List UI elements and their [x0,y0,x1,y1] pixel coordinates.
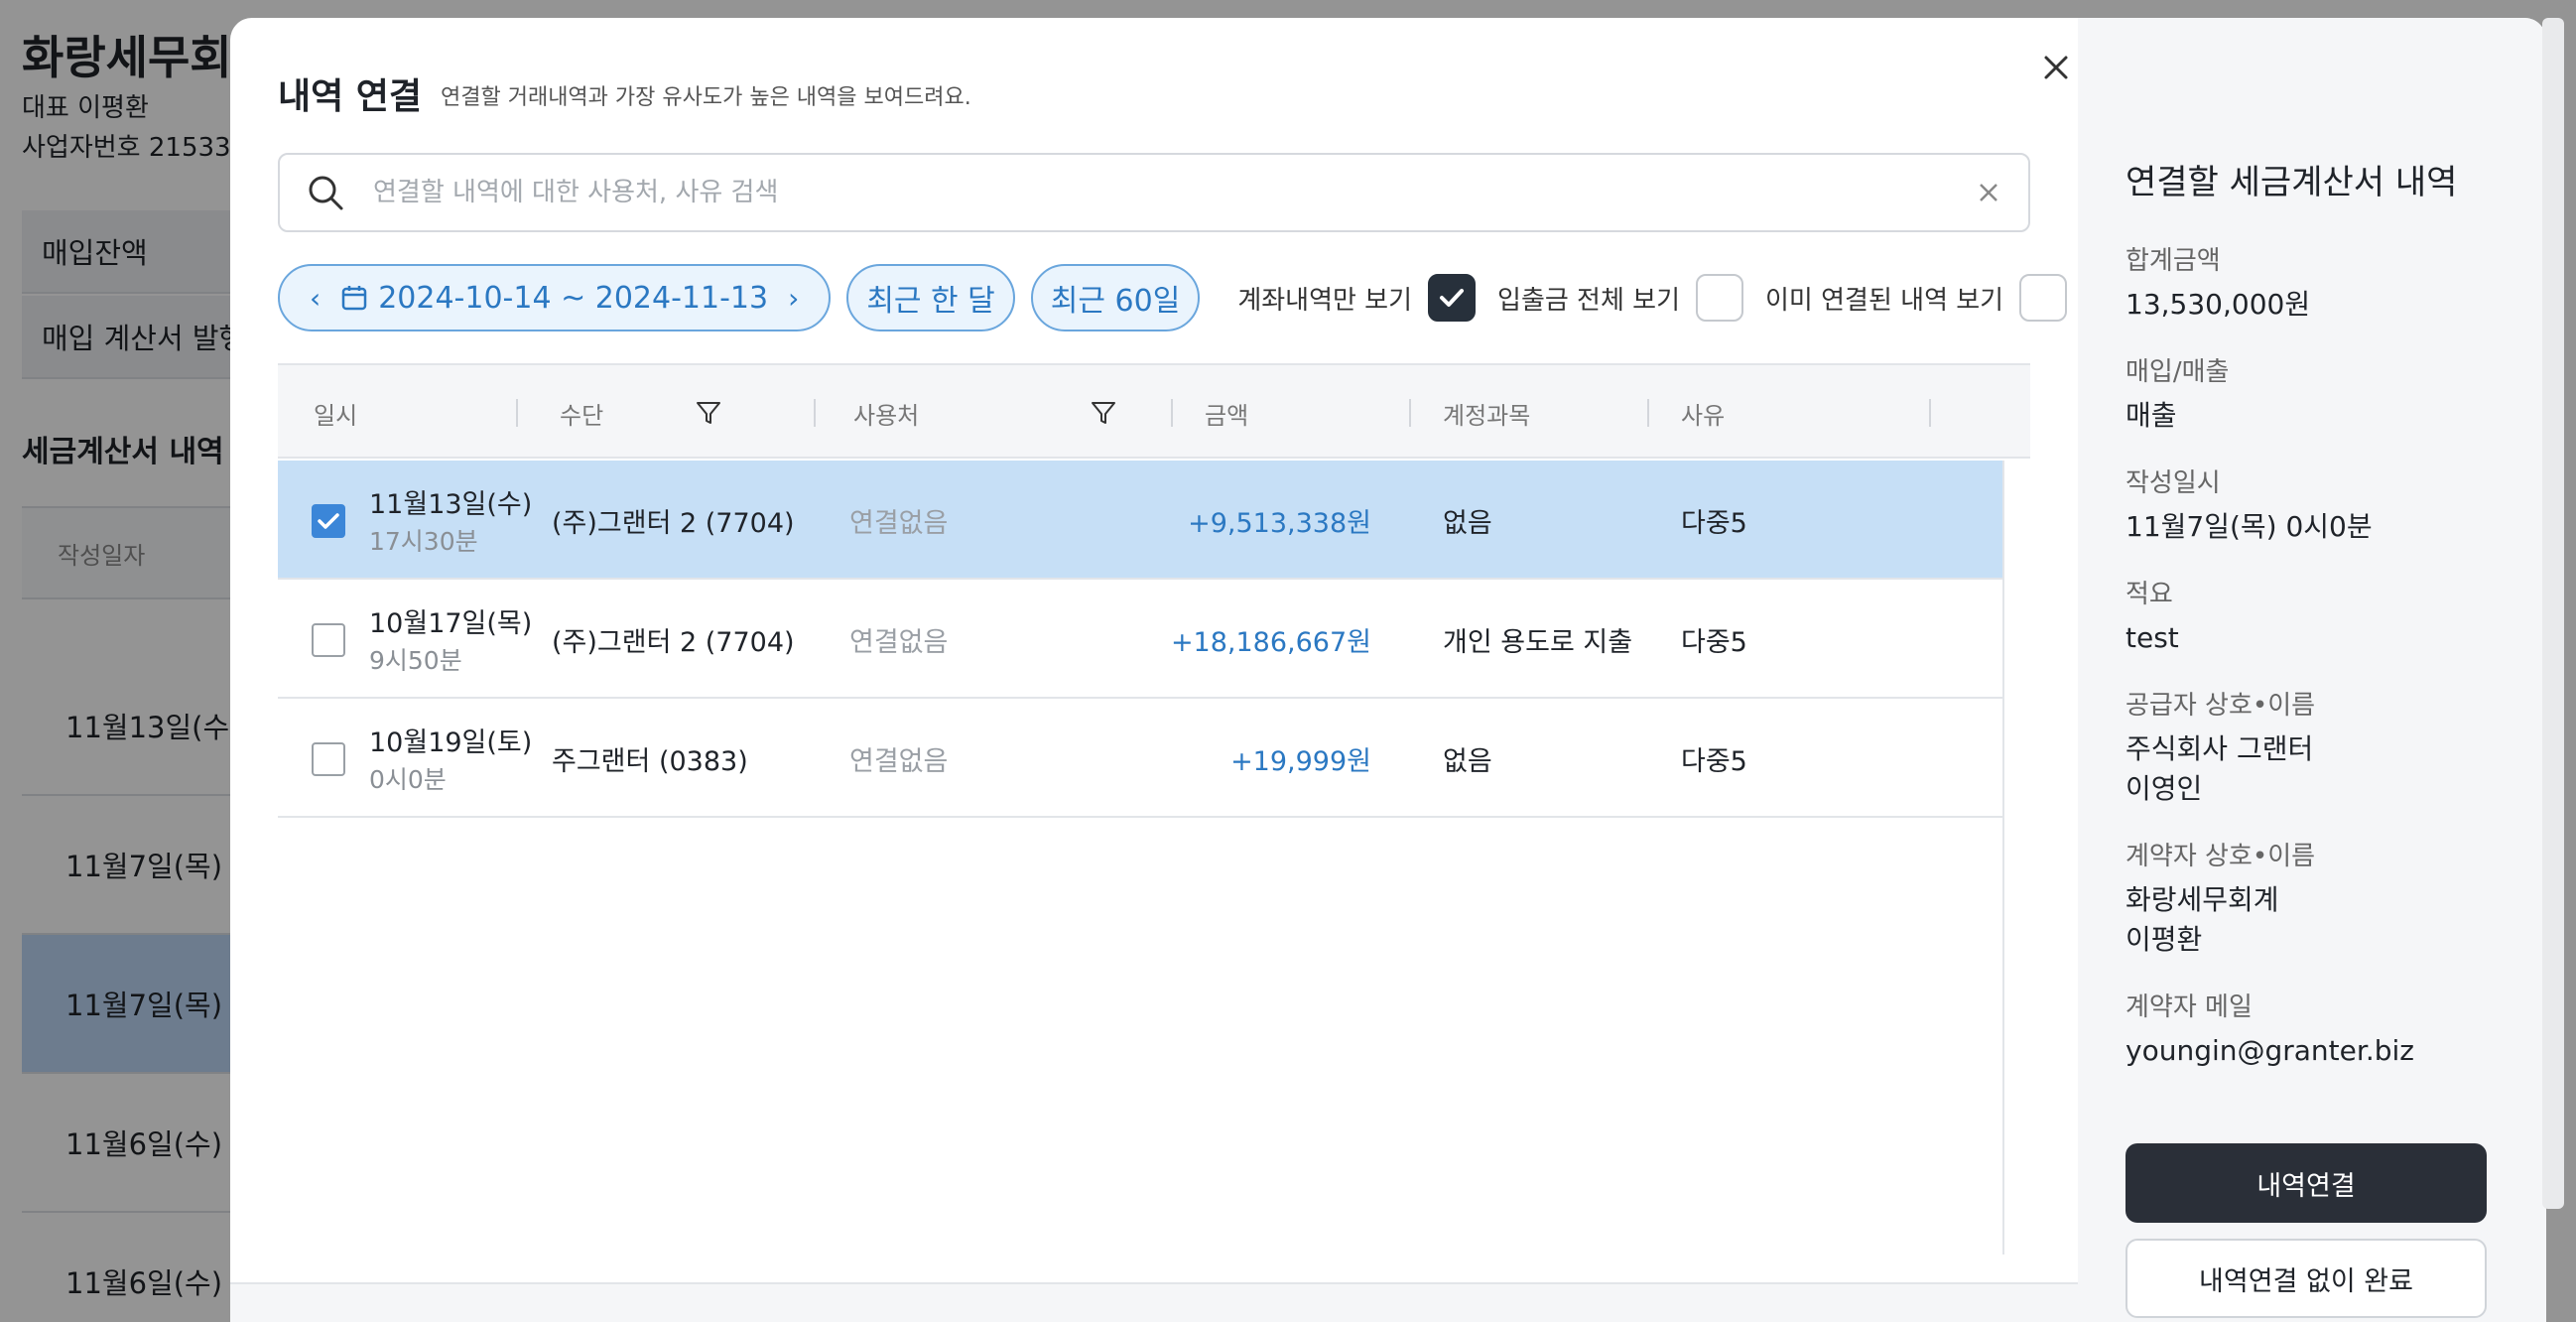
row-date: 10월17일(목) [369,608,533,639]
field-label: 계약자 상호•이름 [2125,842,2316,871]
field-value: test [2125,621,2179,654]
recent-60-days-button[interactable]: 최근 60일 [1030,264,1201,331]
field-value: youngin@granter.biz [2125,1034,2414,1067]
detail-field-written-at: 작성일시 11월7일(목) 0시0분 [2125,463,2373,547]
account-only-label: 계좌내역만 보기 [1237,285,1413,316]
field-value-name: 이영인 [2125,772,2203,805]
field-value-name: 이평환 [2125,923,2203,956]
row-time: 17시30분 [369,527,478,556]
column-divider[interactable] [1409,399,1411,427]
row-reason: 다중5 [1681,626,1747,658]
detail-field-type: 매입/매출 매출 [2125,351,2229,436]
all-inout-label: 입출금 전체 보기 [1497,285,1681,316]
search-box [278,153,2030,232]
row-method: (주)그랜터 2 (7704) [552,626,795,658]
modal-main-panel: 내역 연결 연결할 거래내역과 가장 유사도가 높은 내역을 보여드려요. ‹ … [230,18,2078,1322]
row-date: 11월13일(수) [369,489,533,520]
field-label: 매입/매출 [2125,357,2230,387]
close-icon[interactable] [2036,48,2076,87]
field-label: 작성일시 [2125,468,2221,498]
row-reason: 다중5 [1681,507,1747,539]
already-linked-checkbox[interactable] [2019,274,2068,322]
table-row[interactable]: 11월13일(수) 17시30분 (주)그랜터 2 (7704) 연결없음 +9… [278,461,2002,580]
table-header: 일시 수단 사용처 금액 계정과목 사유 [278,363,2030,459]
row-place: 연결없음 [849,507,949,539]
search-input[interactable] [373,178,1955,207]
filter-bar: ‹ 2024-10-14 ~ 2024-11-13 › 최근 한 달 최근 60… [278,264,2068,331]
account-only-checkbox[interactable] [1428,274,1477,322]
search-icon [309,176,343,210]
row-date: 10월19일(토) [369,727,533,758]
column-header-datetime[interactable]: 일시 [314,365,357,461]
field-value: 화랑세무회계 [2125,883,2279,916]
row-reason: 다중5 [1681,745,1747,777]
row-time: 9시50분 [369,646,462,675]
already-linked-label: 이미 연결된 내역 보기 [1765,285,2004,316]
detail-field-memo: 적요 test [2125,574,2179,658]
row-time: 0시0분 [369,765,447,794]
row-place: 연결없음 [849,626,949,658]
detail-field-supplier: 공급자 상호•이름 주식회사 그랜터 이영인 [2125,685,2315,809]
modal-subtitle: 연결할 거래내역과 가장 유사도가 높은 내역을 보여드려요. [441,85,971,110]
clear-icon[interactable] [1975,179,2002,206]
column-header-place[interactable]: 사용처 [853,365,919,461]
row-checkbox[interactable] [312,504,345,538]
table-row[interactable]: 10월19일(토) 0시0분 주그랜터 (0383) 연결없음 +19,999원… [278,699,2002,818]
row-checkbox[interactable] [312,623,345,657]
column-divider[interactable] [516,399,518,427]
check-icon [1440,289,1465,307]
column-divider[interactable] [1171,399,1173,427]
link-transaction-modal: 내역 연결 연결할 거래내역과 가장 유사도가 높은 내역을 보여드려요. ‹ … [230,18,2546,1322]
column-divider[interactable] [1647,399,1649,427]
row-place: 연결없음 [849,745,949,777]
field-value: 주식회사 그랜터 [2125,732,2314,765]
column-header-amount[interactable]: 금액 [1205,365,1248,461]
date-range-picker[interactable]: ‹ 2024-10-14 ~ 2024-11-13 › [278,264,832,331]
field-value: 13,530,000원 [2125,288,2311,321]
recent-month-button[interactable]: 최근 한 달 [846,264,1015,331]
detail-field-email: 계약자 메일 youngin@granter.biz [2125,987,2414,1071]
table-vertical-scrollbar[interactable] [2002,461,2030,1255]
modal-title: 내역 연결 [278,76,423,117]
row-method: 주그랜터 (0383) [552,745,748,777]
detail-title: 연결할 세금계산서 내역 [2125,163,2458,202]
row-account[interactable]: 없음 [1443,461,1492,580]
check-icon [318,513,339,529]
date-range-label: 2024-10-14 ~ 2024-11-13 [378,280,769,316]
row-amount: +9,513,338원 [1188,507,1371,539]
table-horizontal-scrollbar[interactable] [230,1282,2078,1322]
row-account[interactable]: 개인 용도로 지출 [1443,580,1632,699]
column-divider[interactable] [814,399,816,427]
row-account[interactable]: 없음 [1443,699,1492,818]
column-divider[interactable] [1929,399,1931,427]
column-header-method[interactable]: 수단 [560,365,603,461]
column-header-account[interactable]: 계정과목 [1443,365,1530,461]
filter-icon[interactable] [695,399,722,427]
row-amount: +18,186,667원 [1170,626,1371,658]
field-label: 공급자 상호•이름 [2125,691,2316,721]
all-inout-checkbox[interactable] [1696,274,1744,322]
field-label: 적요 [2125,580,2173,609]
table-row[interactable]: 10월17일(목) 9시50분 (주)그랜터 2 (7704) 연결없음 +18… [278,580,2002,699]
field-value: 매출 [2125,399,2177,432]
complete-without-link-button[interactable]: 내역연결 없이 완료 [2125,1239,2487,1318]
field-label: 합계금액 [2125,246,2221,276]
link-transaction-button[interactable]: 내역연결 [2125,1143,2487,1223]
column-header-reason[interactable]: 사유 [1681,365,1725,461]
invoice-detail-panel [2078,18,2546,1322]
row-amount: +19,999원 [1230,745,1371,777]
detail-field-total: 합계금액 13,530,000원 [2125,240,2310,325]
filter-icon[interactable] [1090,399,1117,427]
calendar-icon [341,286,367,311]
row-checkbox[interactable] [312,742,345,776]
chevron-right-icon[interactable]: › [788,282,799,315]
field-label: 계약자 메일 [2125,992,2253,1022]
page-scrollbar[interactable] [2542,18,2564,1209]
detail-field-contractor: 계약자 상호•이름 화랑세무회계 이평환 [2125,836,2315,960]
chevron-left-icon[interactable]: ‹ [310,282,321,315]
field-value: 11월7일(목) 0시0분 [2125,510,2373,543]
row-method: (주)그랜터 2 (7704) [552,507,795,539]
